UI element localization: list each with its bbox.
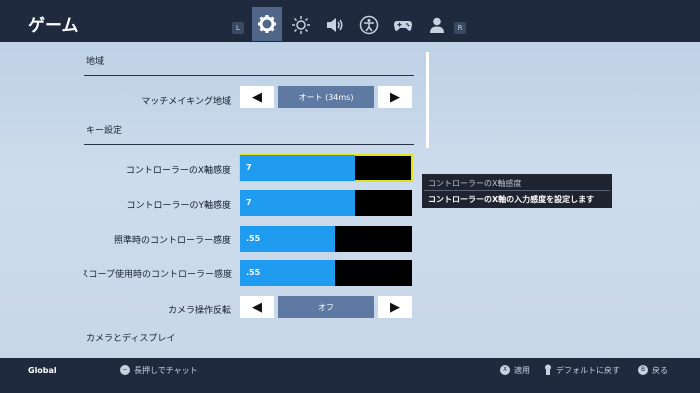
triangle-left-icon: ◀ <box>252 299 262 315</box>
section-region: 地域 <box>86 57 105 67</box>
tooltip-title: コントローラーのX軸感度 <box>428 179 522 188</box>
bottom-bar: Global − 長押しでチャット X 適用 デフォルトに戻す B 戻る <box>0 358 700 393</box>
camera-invert-value: オフ <box>278 296 374 318</box>
divider <box>84 144 414 145</box>
divider <box>84 75 414 76</box>
aim-sensitivity-slider[interactable]: .55 <box>240 226 412 252</box>
accessibility-icon <box>359 15 379 35</box>
chat-scope-label: Global <box>28 366 57 375</box>
scope-sensitivity-slider[interactable]: .55 <box>240 260 412 286</box>
slider-fill <box>240 190 356 216</box>
gamepad-icon <box>394 21 412 31</box>
slider-value: .55 <box>246 268 261 277</box>
apply-action[interactable]: 適用 <box>514 365 530 376</box>
tab-game-settings[interactable] <box>252 7 282 41</box>
tooltip: コントローラーのX軸感度 コントローラーのX軸の入力感度を設定します <box>422 174 612 208</box>
speaker-icon <box>327 18 343 32</box>
x-button-icon: X <box>500 365 510 375</box>
settings-panel: 地域 マッチメイキング地域 ◀ オート (34ms) ▶ キー設定 コントローラ… <box>0 42 700 358</box>
matchmaking-next-button[interactable]: ▶ <box>378 86 412 108</box>
top-bar: ゲーム L R <box>0 0 700 42</box>
chat-hint: 長押しでチャット <box>134 366 198 375</box>
left-bumper-badge: L <box>232 22 244 34</box>
gear-icon <box>258 15 276 33</box>
camera-invert-prev-button[interactable]: ◀ <box>240 296 274 318</box>
tab-brightness[interactable] <box>286 10 316 40</box>
triangle-left-icon: ◀ <box>252 89 262 105</box>
brightness-icon <box>292 16 310 34</box>
x-sensitivity-slider[interactable]: 7 <box>239 154 413 182</box>
tab-controller[interactable] <box>388 10 418 40</box>
minus-button-icon: − <box>120 365 130 375</box>
section-keys: キー設定 <box>86 126 123 136</box>
triangle-right-icon: ▶ <box>390 89 400 105</box>
slider-fill <box>240 155 356 181</box>
account-icon <box>430 17 444 33</box>
tab-audio[interactable] <box>320 10 350 40</box>
b-button-icon: B <box>638 365 648 375</box>
right-bumper-badge: R <box>454 22 466 34</box>
tooltip-divider <box>424 190 610 191</box>
reset-defaults-action[interactable]: デフォルトに戻す <box>556 365 620 376</box>
back-action[interactable]: 戻る <box>652 365 668 376</box>
slider-value: .55 <box>246 234 261 243</box>
aim-sensitivity-label: 照準時のコントローラー感度 <box>113 236 231 246</box>
tab-accessibility[interactable] <box>354 10 384 40</box>
x-sensitivity-label: コントローラーのX軸感度 <box>125 166 231 176</box>
camera-invert-next-button[interactable]: ▶ <box>378 296 412 318</box>
triangle-right-icon: ▶ <box>390 299 400 315</box>
section-camera: カメラとディスプレイ <box>86 334 176 344</box>
scrollbar[interactable] <box>426 52 429 148</box>
settings-tabs: L R <box>232 7 472 41</box>
tooltip-description: コントローラーのX軸の入力感度を設定します <box>428 195 595 204</box>
camera-invert-label: カメラ操作反転 <box>167 306 231 316</box>
matchmaking-label: マッチメイキング地域 <box>141 97 231 107</box>
slider-value: 7 <box>246 163 252 172</box>
scope-sensitivity-label: スコープ使用時のコントローラー感度 <box>84 270 232 280</box>
page-title: ゲーム <box>28 16 79 36</box>
stick-button-icon <box>543 364 553 375</box>
y-sensitivity-label: コントローラーのY軸感度 <box>126 201 232 211</box>
slider-value: 7 <box>246 198 252 207</box>
y-sensitivity-slider[interactable]: 7 <box>240 190 412 216</box>
tab-account[interactable] <box>422 10 452 40</box>
scope-sensitivity-label-wrap: スコープ使用時のコントローラー感度 <box>84 267 232 281</box>
matchmaking-value: オート (34ms) <box>278 86 374 108</box>
matchmaking-prev-button[interactable]: ◀ <box>240 86 274 108</box>
